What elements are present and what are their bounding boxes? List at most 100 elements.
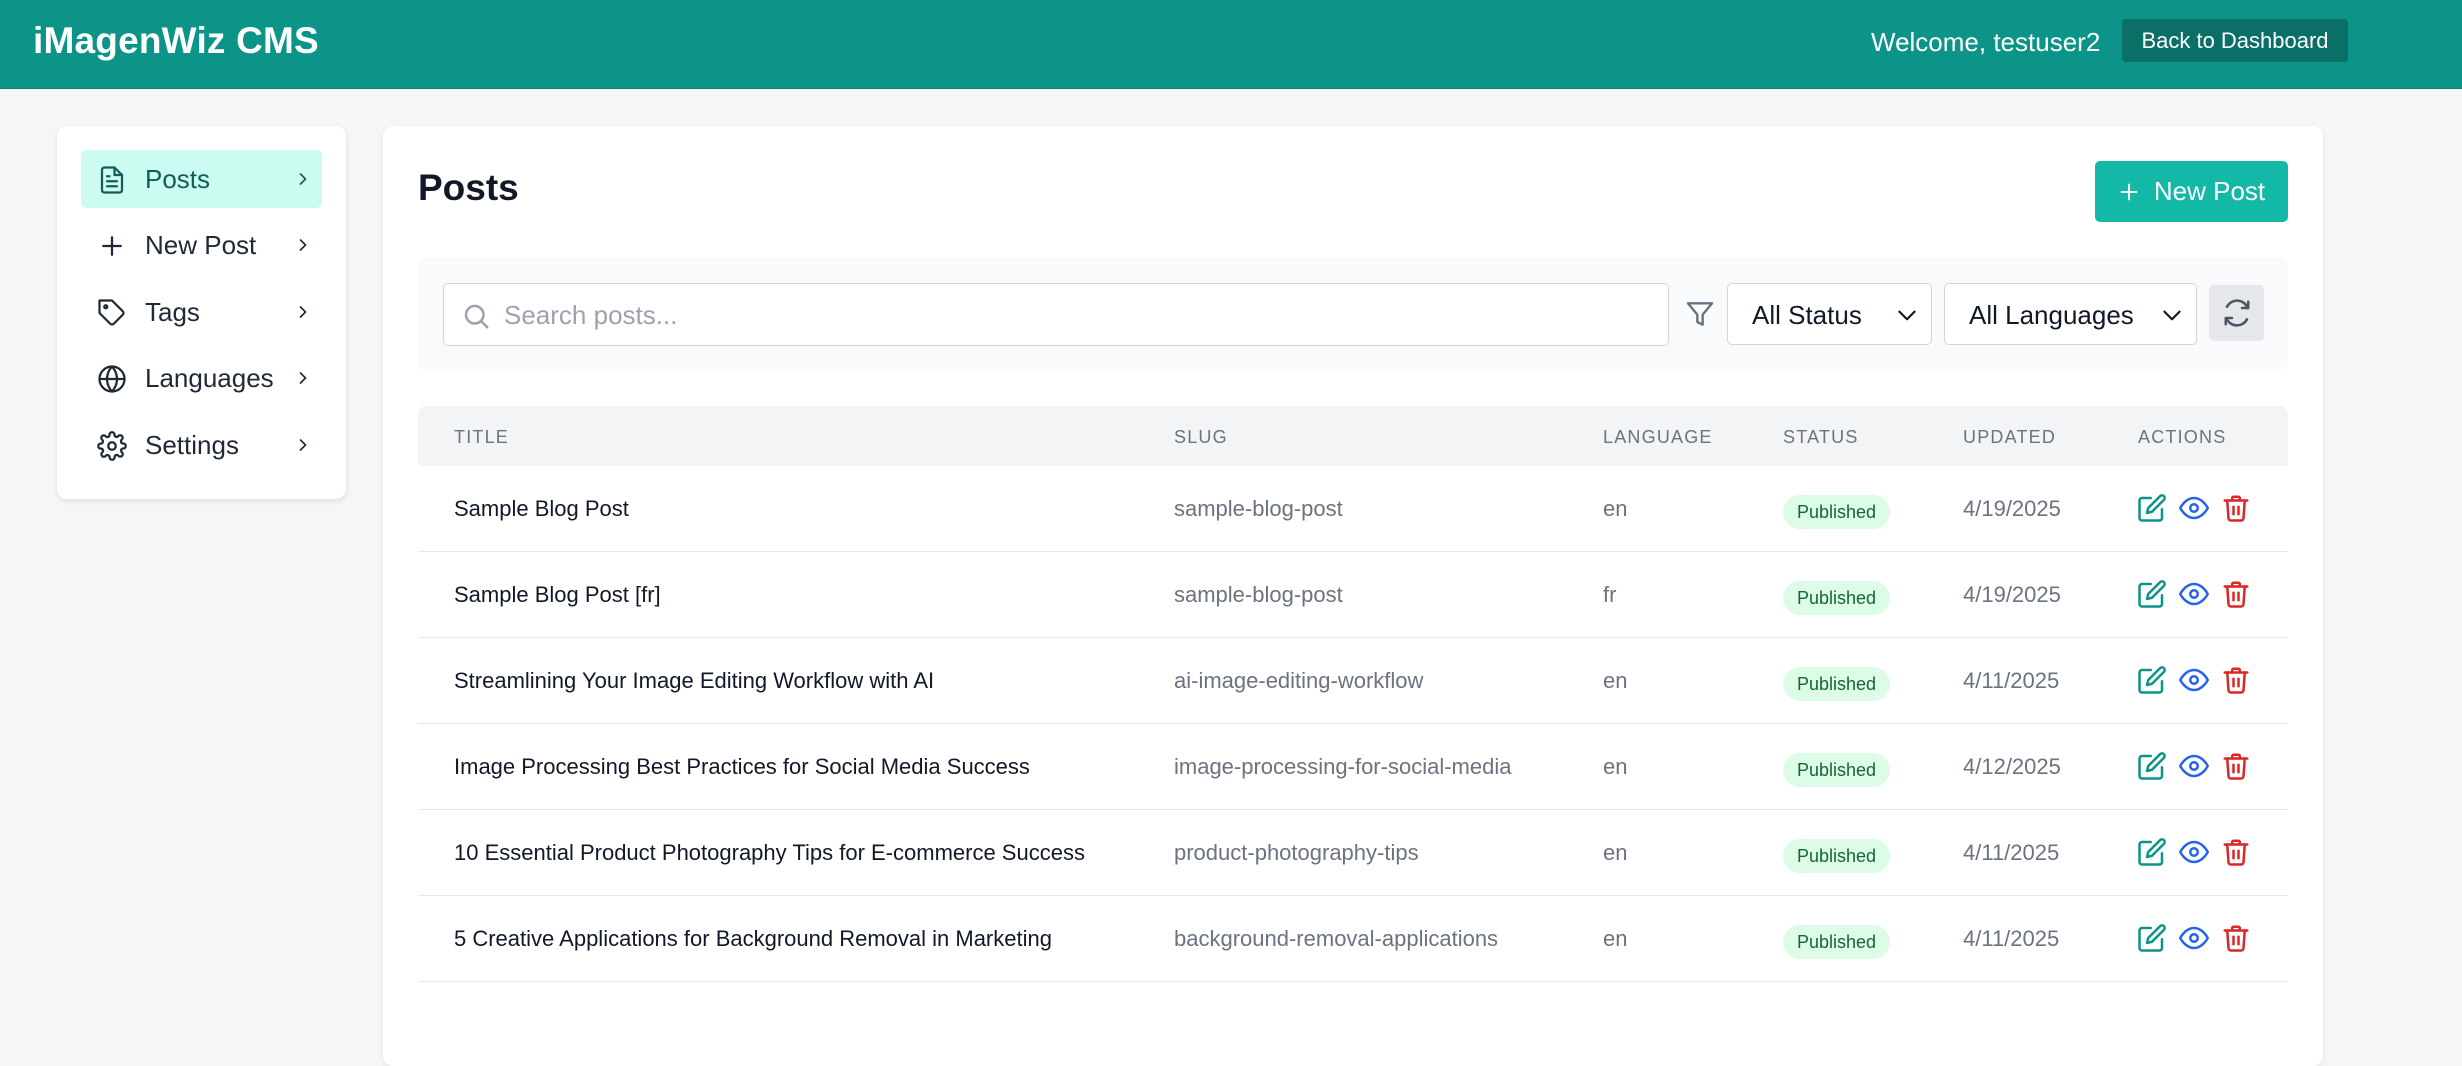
refresh-icon [2224, 299, 2250, 327]
chevron-right-icon [299, 372, 307, 384]
edit-icon[interactable] [2137, 837, 2167, 867]
post-slug: image-processing-for-social-media [1174, 754, 1512, 779]
column-header-status: Status [1783, 427, 1859, 447]
sidebar-item-label: New Post [145, 230, 257, 260]
globe-icon [98, 365, 126, 393]
sidebar-item-posts[interactable]: Posts [81, 150, 322, 208]
plus-icon [102, 236, 122, 256]
search-input[interactable] [504, 294, 1644, 336]
edit-icon[interactable] [2137, 665, 2167, 695]
edit-icon[interactable] [2137, 493, 2167, 523]
chevron-down-icon [2163, 310, 2181, 321]
sidebar-item-label: Languages [145, 363, 274, 393]
trash-icon[interactable] [2221, 751, 2251, 781]
post-language: en [1603, 668, 1628, 693]
post-language: en [1603, 840, 1628, 865]
column-header-slug: Slug [1174, 427, 1228, 447]
post-updated: 4/11/2025 [1963, 668, 2060, 693]
post-title: Image Processing Best Practices for Soci… [454, 754, 1030, 779]
column-header-actions: Actions [2138, 427, 2227, 447]
chevron-right-icon [299, 239, 307, 251]
eye-icon[interactable] [2179, 665, 2209, 695]
table-row: Image Processing Best Practices for Soci… [418, 724, 2288, 810]
new-post-button[interactable]: New Post [2095, 161, 2288, 222]
trash-icon[interactable] [2221, 493, 2251, 523]
edit-icon[interactable] [2137, 923, 2167, 953]
post-title: Streamlining Your Image Editing Workflow… [454, 668, 935, 693]
post-updated: 4/11/2025 [1963, 926, 2060, 951]
post-updated: 4/19/2025 [1963, 582, 2061, 607]
plus-icon [2120, 183, 2138, 200]
top-navbar: iMagenWiz CMS Welcome, testuser2 Back to… [0, 0, 2462, 89]
table-body: Sample Blog Post sample-blog-post en Pub… [418, 466, 2288, 982]
search-icon [464, 304, 489, 329]
table-header: Title Slug Language Status Updated Actio… [418, 406, 2288, 466]
table-row: 10 Essential Product Photography Tips fo… [418, 810, 2288, 896]
chevron-down-icon [1898, 310, 1916, 321]
status-badge: Published [1783, 925, 1891, 959]
sidebar-item-label: Tags [145, 297, 200, 327]
eye-icon[interactable] [2179, 923, 2209, 953]
post-updated: 4/12/2025 [1963, 754, 2061, 779]
post-slug: sample-blog-post [1174, 582, 1343, 607]
refresh-button[interactable] [2209, 285, 2264, 341]
post-slug: background-removal-applications [1174, 926, 1499, 951]
post-updated: 4/11/2025 [1963, 840, 2060, 865]
chevron-right-icon [299, 173, 307, 185]
search-field[interactable] [443, 283, 1669, 346]
sidebar-item-label: Posts [145, 164, 211, 194]
post-title: 5 Creative Applications for Background R… [454, 926, 1052, 951]
trash-icon[interactable] [2221, 665, 2251, 695]
sidebar-item-languages[interactable]: Languages [81, 349, 322, 407]
post-language: fr [1603, 582, 1617, 607]
column-header-language: Language [1603, 427, 1713, 447]
status-filter-select[interactable]: All Status [1727, 283, 1932, 345]
table-row: 5 Creative Applications for Background R… [418, 896, 2288, 982]
eye-icon[interactable] [2179, 751, 2209, 781]
trash-icon[interactable] [2221, 579, 2251, 609]
eye-icon[interactable] [2179, 837, 2209, 867]
post-language: en [1603, 496, 1628, 521]
post-slug: ai-image-editing-workflow [1174, 668, 1424, 693]
table-row: Streamlining Your Image Editing Workflow… [418, 638, 2288, 724]
column-header-title: Title [454, 427, 510, 447]
sidebar: Posts New Post Tags Languages Settings [57, 126, 346, 499]
post-updated: 4/19/2025 [1963, 496, 2061, 521]
status-badge: Published [1783, 581, 1891, 615]
post-slug: product-photography-tips [1174, 840, 1419, 865]
gear-icon [97, 431, 127, 461]
posts-panel: Posts New Post All Status All Languages … [383, 126, 2323, 1066]
welcome-text: Welcome, testuser2 [1871, 27, 2101, 57]
post-language: en [1603, 754, 1628, 779]
post-title: Sample Blog Post [fr] [454, 582, 661, 607]
eye-icon[interactable] [2179, 493, 2209, 523]
post-language: en [1603, 926, 1628, 951]
table-row: Sample Blog Post [fr] sample-blog-post f… [418, 552, 2288, 638]
edit-icon[interactable] [2137, 751, 2167, 781]
status-filter-value: All Status [1752, 300, 1862, 330]
language-filter-select[interactable]: All Languages [1944, 283, 2197, 345]
post-slug: sample-blog-post [1174, 496, 1343, 521]
sidebar-item-label: Settings [145, 430, 239, 460]
back-to-dashboard-button[interactable]: Back to Dashboard [2122, 19, 2348, 62]
file-text-icon [100, 166, 124, 194]
app-brand: iMagenWiz CMS [33, 20, 319, 61]
sidebar-item-new-post[interactable]: New Post [81, 216, 322, 274]
trash-icon[interactable] [2221, 837, 2251, 867]
filter-icon [1686, 302, 1714, 326]
eye-icon[interactable] [2179, 579, 2209, 609]
page-title: Posts [418, 167, 519, 208]
posts-table: Title Slug Language Status Updated Actio… [418, 406, 2288, 982]
post-title: 10 Essential Product Photography Tips fo… [454, 840, 1085, 865]
edit-icon[interactable] [2137, 579, 2167, 609]
status-badge: Published [1783, 753, 1891, 787]
status-badge: Published [1783, 667, 1891, 701]
sidebar-item-settings[interactable]: Settings [81, 416, 322, 474]
trash-icon[interactable] [2221, 923, 2251, 953]
status-badge: Published [1783, 839, 1891, 873]
post-title: Sample Blog Post [454, 496, 629, 521]
sidebar-item-tags[interactable]: Tags [81, 283, 322, 341]
filter-bar: All Status All Languages [418, 257, 2288, 370]
new-post-label: New Post [2153, 176, 2266, 206]
column-header-updated: Updated [1963, 427, 2057, 447]
